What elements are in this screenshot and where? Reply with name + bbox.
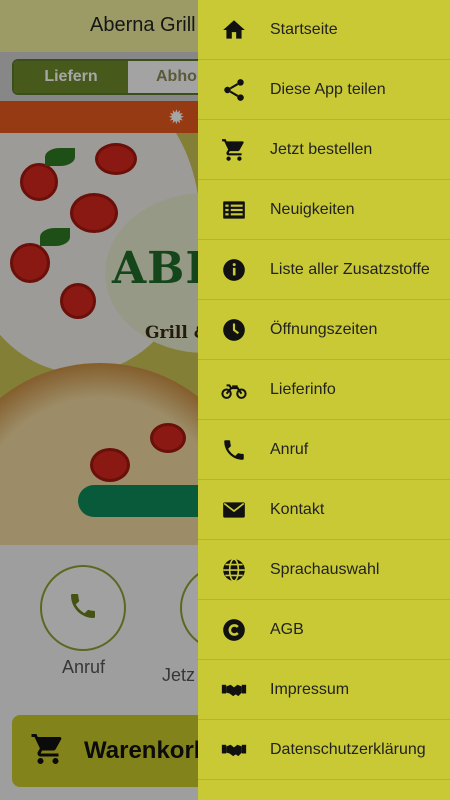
menu-item-call[interactable]: Anruf (198, 420, 450, 480)
menu-item-label: Sprachauswahl (270, 560, 380, 578)
menu-item-startseite[interactable]: Startseite (198, 0, 450, 60)
menu-item-label: Anruf (270, 440, 309, 458)
menu-item-label: Jetzt bestellen (270, 140, 373, 158)
navigation-drawer: Startseite Diese App teilen Jetzt bestel… (198, 0, 450, 800)
menu-item-share[interactable]: Diese App teilen (198, 60, 450, 120)
menu-item-label: Liste aller Zusatzstoffe (270, 260, 430, 278)
menu-item-label: Neuigkeiten (270, 200, 355, 218)
phone-icon (198, 437, 270, 463)
news-icon (198, 197, 270, 223)
info-icon (198, 257, 270, 283)
menu-item-agb[interactable]: AGB (198, 600, 450, 660)
cart-icon (198, 137, 270, 163)
menu-item-label: AGB (270, 620, 304, 638)
menu-item-impressum[interactable]: Impressum (198, 660, 450, 720)
handshake-icon (198, 737, 270, 763)
menu-item-label: Öffnungszeiten (270, 320, 378, 338)
menu-item-delivery-info[interactable]: Lieferinfo (198, 360, 450, 420)
menu-item-label: Startseite (270, 20, 338, 38)
mail-icon (198, 497, 270, 523)
share-icon (198, 77, 270, 103)
menu-item-label: Datenschutzerklärung (270, 740, 426, 758)
menu-item-privacy[interactable]: Datenschutzerklärung (198, 720, 450, 780)
motorcycle-icon (198, 377, 270, 403)
copyright-icon (198, 617, 270, 643)
menu-item-label: Kontakt (270, 500, 325, 518)
menu-item-label: Diese App teilen (270, 80, 386, 98)
menu-item-contact[interactable]: Kontakt (198, 480, 450, 540)
menu-item-news[interactable]: Neuigkeiten (198, 180, 450, 240)
menu-item-label: Impressum (270, 680, 350, 698)
menu-item-additives[interactable]: Liste aller Zusatzstoffe (198, 240, 450, 300)
globe-icon (198, 557, 270, 583)
menu-item-label: Lieferinfo (270, 380, 336, 398)
menu-item-order[interactable]: Jetzt bestellen (198, 120, 450, 180)
clock-icon (198, 317, 270, 343)
menu-item-opening-hours[interactable]: Öffnungszeiten (198, 300, 450, 360)
handshake-icon (198, 677, 270, 703)
menu-item-language[interactable]: Sprachauswahl (198, 540, 450, 600)
home-icon (198, 17, 270, 43)
